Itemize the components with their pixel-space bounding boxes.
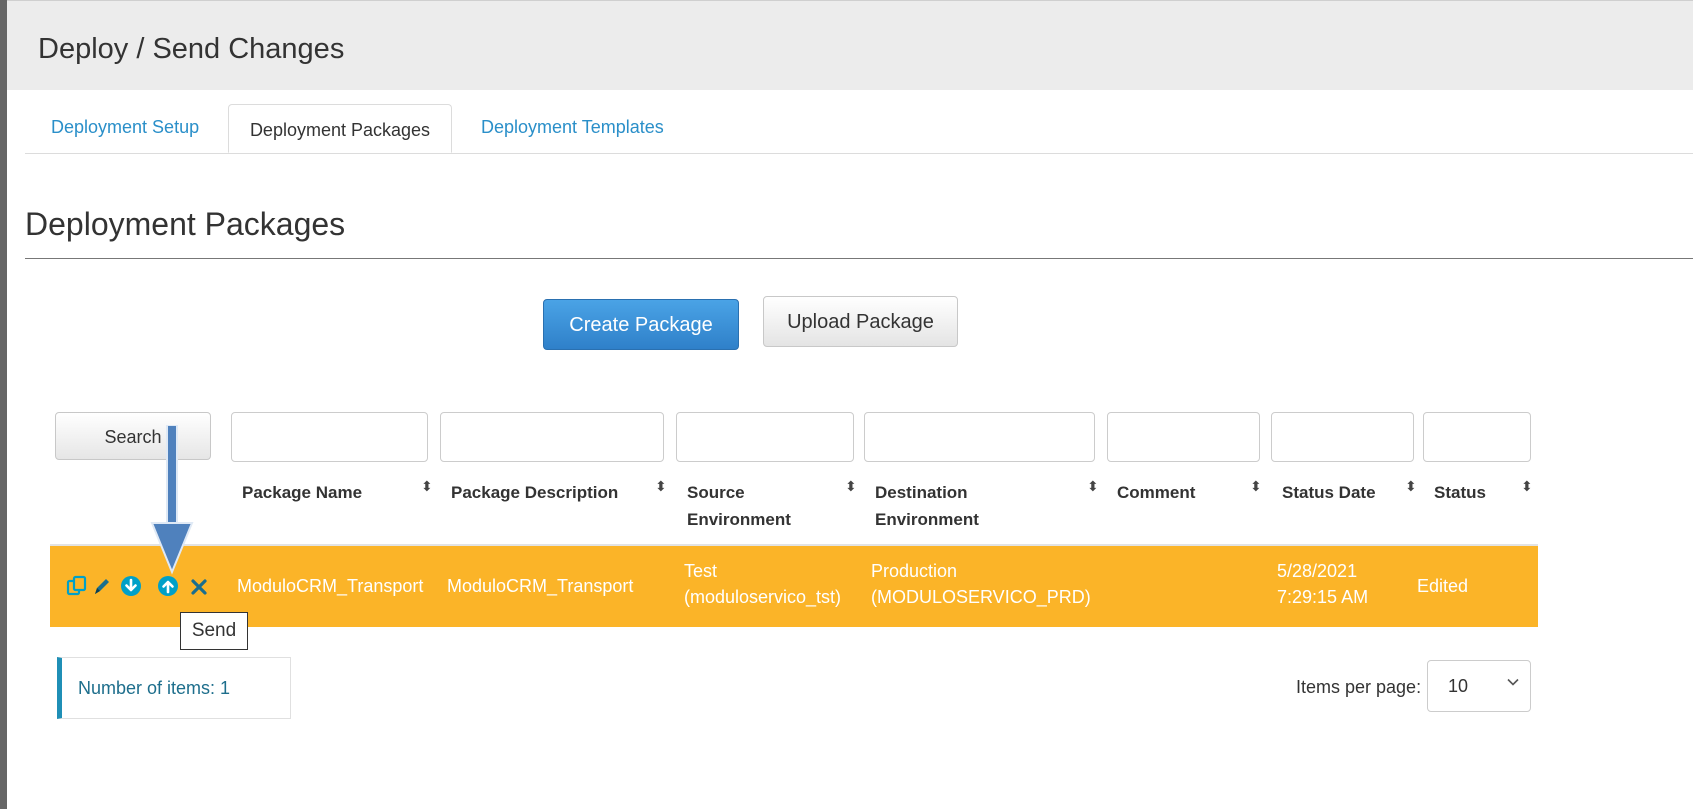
edit-icon[interactable] [92,575,112,602]
items-per-page-label: Items per page: [1296,677,1422,697]
filter-source-environment[interactable] [676,412,854,462]
title-bar: Deploy / Send Changes [7,0,1693,90]
tab-deployment-setup[interactable]: Deployment Setup [51,104,199,153]
column-header-status: Status [1434,483,1486,502]
cell-package-name: ModuloCRM_Transport [237,576,424,596]
column-header-package-description: Package Description [451,483,619,502]
annotation-arrow [150,424,194,580]
cell-package-description: ModuloCRM_Transport [447,576,634,596]
download-icon[interactable] [120,575,142,602]
send-tooltip: Send [180,612,248,650]
tab-deployment-packages[interactable]: Deployment Packages [228,104,452,153]
sort-icon[interactable]: ⬍ [1087,478,1099,495]
items-count-box: Number of items: 1 [57,657,291,719]
column-header-package-name: Package Name [242,483,363,502]
column-header-destination-environment: Destination Environment [875,483,979,529]
section-title: Deployment Packages [25,206,346,242]
sort-icon[interactable]: ⬍ [421,478,433,495]
items-count: Number of items: 1 [78,678,231,698]
window-left-border [0,0,7,809]
sort-icon[interactable]: ⬍ [1250,478,1262,495]
copy-icon[interactable] [66,575,88,602]
filter-status[interactable] [1423,412,1531,462]
items-per-page-value: 10 [1448,676,1469,696]
sort-icon[interactable]: ⬍ [845,478,857,495]
column-header-status-date: Status Date [1282,483,1376,502]
cell-source-environment: Test (moduloservico_tst) [684,561,842,607]
create-package-button[interactable]: Create Package [543,299,739,350]
chevron-down-icon [1506,675,1520,694]
column-header-source-environment: Source Environment [687,483,791,529]
upload-package-button[interactable]: Upload Package [763,296,958,347]
tab-deployment-templates[interactable]: Deployment Templates [481,104,664,153]
filter-package-name[interactable] [231,412,428,462]
cell-destination-environment: Production (MODULOSERVICO_PRD) [871,561,1091,607]
filter-package-description[interactable] [440,412,664,462]
filter-comment[interactable] [1107,412,1260,462]
tab-bar: Deployment Setup Deployment Packages Dep… [25,104,1693,154]
sort-icon[interactable]: ⬍ [1405,478,1417,495]
column-header-comment: Comment [1117,483,1196,502]
cell-status: Edited [1417,576,1469,596]
section-divider [25,258,1693,259]
sort-icon[interactable]: ⬍ [655,478,667,495]
filter-destination-environment[interactable] [864,412,1095,462]
cell-status-date: 5/28/2021 7:29:15 AM [1277,561,1369,607]
sort-icon[interactable]: ⬍ [1521,478,1533,495]
filter-status-date[interactable] [1271,412,1414,462]
items-per-page-select[interactable]: 10 [1427,660,1531,712]
page-title: Deploy / Send Changes [38,33,345,65]
